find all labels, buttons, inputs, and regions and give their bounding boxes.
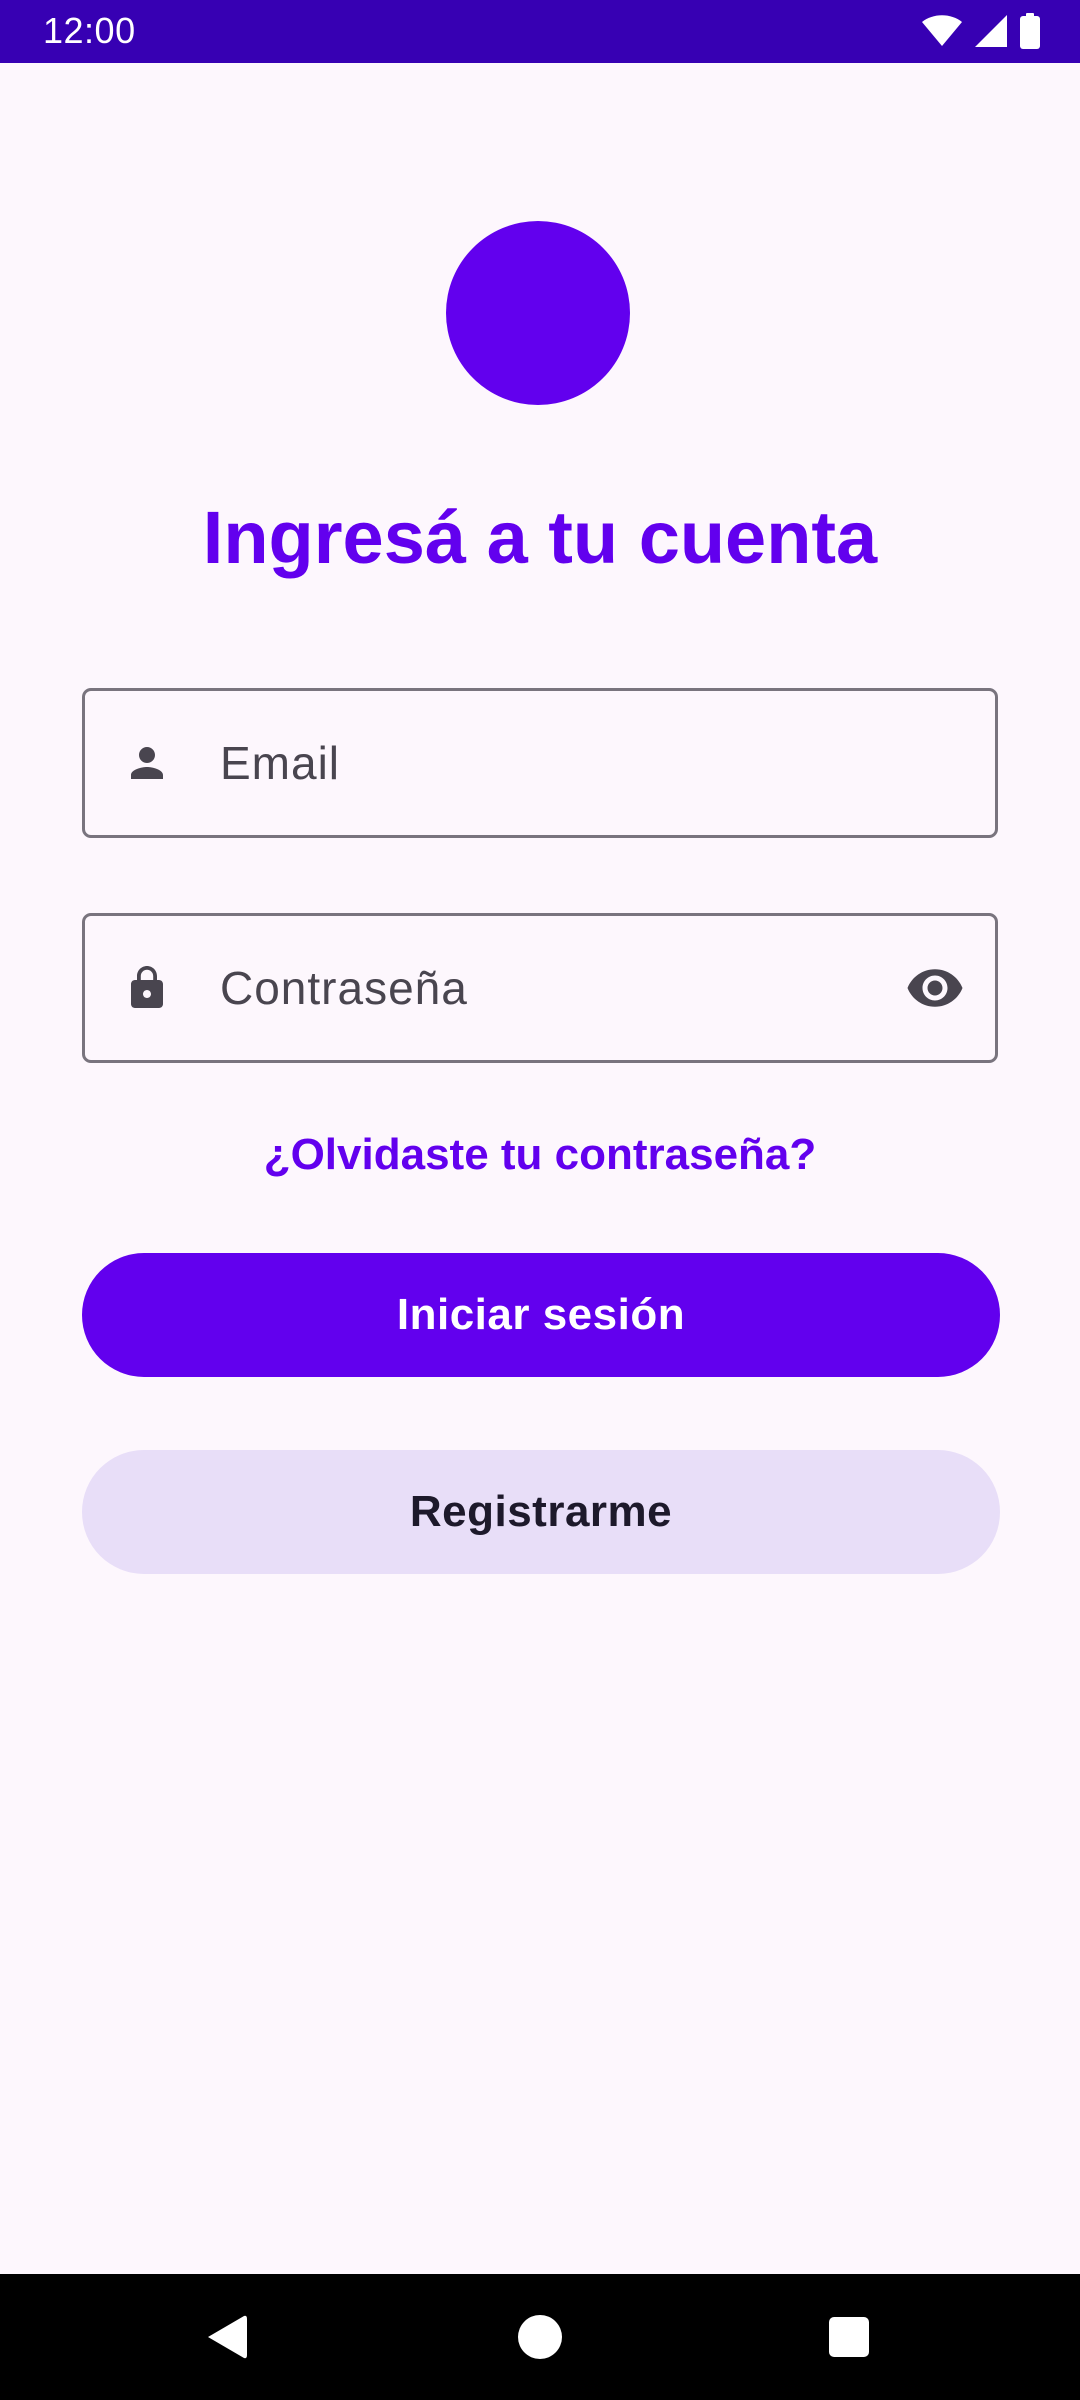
email-placeholder: Email — [220, 737, 341, 789]
password-placeholder: Contraseña — [220, 962, 468, 1014]
register-button[interactable]: Registrarme — [82, 1450, 1000, 1574]
home-icon[interactable] — [517, 2314, 563, 2360]
login-button[interactable]: Iniciar sesión — [82, 1253, 1000, 1377]
page-title: Ingresá a tu cuenta — [202, 496, 878, 579]
lock-icon — [131, 966, 163, 1008]
signal-icon — [975, 15, 1007, 47]
wifi-icon — [922, 15, 962, 46]
app-logo — [446, 221, 630, 405]
recents-icon[interactable] — [829, 2317, 869, 2357]
register-button-label: Registrarme — [409, 1487, 673, 1536]
password-field[interactable]: Contraseña — [82, 913, 998, 1063]
email-field[interactable]: Email — [82, 688, 998, 838]
status-bar: 12:00 — [0, 0, 1080, 63]
person-icon — [131, 747, 163, 779]
back-icon[interactable] — [204, 2313, 248, 2361]
navigation-bar — [0, 2274, 1080, 2400]
forgot-password-link[interactable]: ¿Olvidaste tu contraseña? — [0, 1124, 1080, 1186]
status-time: 12:00 — [43, 10, 136, 51]
status-icons — [922, 12, 1040, 50]
login-button-label: Iniciar sesión — [396, 1290, 686, 1339]
eye-icon[interactable] — [905, 958, 965, 1018]
battery-icon — [1020, 13, 1040, 49]
